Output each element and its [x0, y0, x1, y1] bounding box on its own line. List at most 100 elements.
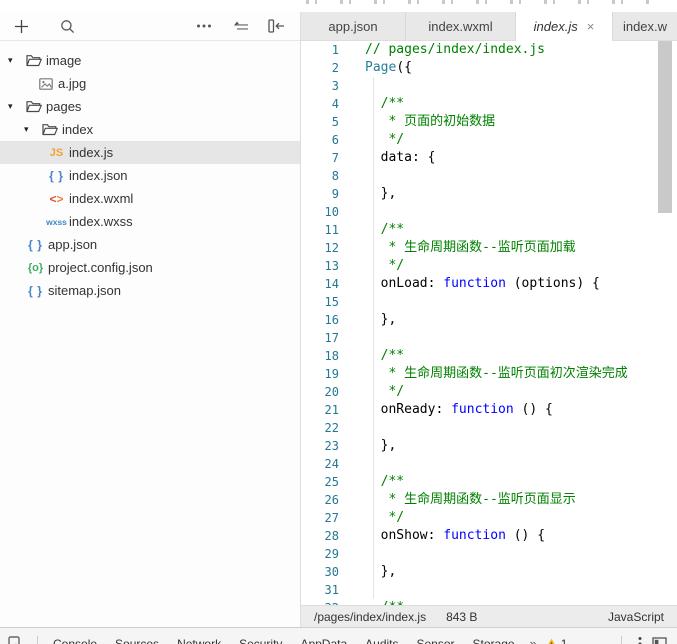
devtools-tab-appdata[interactable]: AppData [291, 637, 356, 644]
line-number: 6 [331, 133, 339, 147]
search-icon[interactable] [55, 14, 79, 38]
code-text: onReady: function () { [365, 402, 553, 417]
close-icon[interactable]: × [587, 20, 595, 33]
editor-tab-bar: app.json index.wxml index.js × index.w [301, 12, 677, 41]
file-label: pages [46, 99, 82, 114]
devtools-tab-console[interactable]: Console [44, 637, 106, 644]
indent-guide [373, 77, 374, 599]
tree-item-app-json[interactable]: { } app.json [0, 233, 300, 256]
tab-index-wxml[interactable]: index.wxml [406, 12, 516, 41]
folder-file-icon [25, 100, 42, 113]
code-text: */ [365, 384, 405, 399]
file-label: a.jpg [58, 76, 87, 91]
file-label: image [46, 53, 82, 68]
tree-item-index-json[interactable]: { } index.json [0, 164, 300, 187]
file-explorer-sidebar: ▾ image a.jpg ▾ pages ▾ index JS index.js { } inde… [0, 12, 300, 627]
tab-app-json[interactable]: app.json [301, 12, 406, 41]
wxml-file-icon: <> [49, 191, 64, 206]
code-editor[interactable]: 1// pages/index/index.js 2 Page({3 4 /** 5 *… [301, 41, 677, 605]
tree-item-image[interactable]: ▾ image [0, 49, 300, 72]
line-number: 7 [331, 151, 339, 165]
add-file-icon[interactable] [9, 14, 33, 38]
code-text: }, [365, 186, 397, 201]
line-number: 24 [324, 457, 339, 471]
tab-label: index.wxml [428, 18, 493, 34]
dock-window-icon[interactable] [652, 637, 667, 644]
tree-item-a-jpg[interactable]: a.jpg [0, 72, 300, 95]
devtools-tabs: Console Sources Network Security AppData Audi… [44, 637, 524, 644]
code-line: 19 * 生命周期函数--监听页面初次渲染完成 [301, 365, 677, 383]
tree-item-sitemap-json[interactable]: { } sitemap.json [0, 279, 300, 302]
expand-arrow-icon[interactable]: ▾ [8, 101, 25, 112]
line-number: 1 [331, 43, 339, 57]
line-number: 14 [324, 277, 339, 291]
code-text: /** [365, 348, 405, 363]
json-file-icon: { } [28, 283, 43, 298]
collapse-all-icon[interactable] [228, 14, 252, 38]
line-number: 8 [331, 169, 339, 183]
code-text: */ [365, 510, 405, 525]
toggle-sidebar-icon[interactable] [264, 14, 288, 38]
language-indicator[interactable]: JavaScript [608, 610, 664, 624]
code-text: /** [365, 222, 405, 237]
tree-item-project-config-json[interactable]: {o} project.config.json [0, 256, 300, 279]
inspect-element-icon[interactable] [8, 635, 24, 644]
tree-item-index-wxml[interactable]: <> index.wxml [0, 187, 300, 210]
code-line: 14 onLoad: function (options) { [301, 275, 677, 293]
more-options-icon[interactable] [192, 14, 216, 38]
line-number: 23 [324, 439, 339, 453]
line-number: 32 [301, 599, 339, 605]
devtools-tab-audits[interactable]: Audits [356, 637, 407, 644]
devtools-tab-sensor[interactable]: Sensor [408, 637, 464, 644]
tabs-overflow-chevron[interactable]: » [530, 636, 537, 644]
warning-icon [547, 638, 555, 644]
devtools-tab-sources[interactable]: Sources [106, 637, 168, 644]
warning-indicator[interactable]: 1 [545, 637, 567, 644]
tab-index-w[interactable]: index.w [613, 12, 677, 41]
line-number: 22 [324, 421, 339, 435]
divider [621, 636, 622, 644]
editor-scrollbar[interactable] [658, 41, 672, 213]
line-number: 19 [324, 367, 339, 381]
js-file-icon: JS [49, 146, 64, 159]
tab-index-js[interactable]: index.js × [516, 12, 613, 41]
code-line: 15 [301, 293, 677, 311]
line-number: 18 [324, 349, 339, 363]
code-line: 23 }, [301, 437, 677, 455]
debugger-bar-inner: Console Sources Network Security AppData Audi… [0, 628, 677, 644]
code-line: 4 /** [301, 95, 677, 113]
tree-item-index-js[interactable]: JS index.js [0, 141, 300, 164]
code-line: 21 onReady: function () { [301, 401, 677, 419]
file-label: app.json [48, 237, 98, 252]
devtools-tab-network[interactable]: Network [168, 637, 230, 644]
tab-label: app.json [328, 18, 378, 34]
expand-arrow-icon[interactable]: ▾ [8, 55, 25, 66]
line-number: 20 [324, 385, 339, 399]
devtools-tab-security[interactable]: Security [230, 637, 291, 644]
code-line: 26 * 生命周期函数--监听页面显示 [301, 491, 677, 509]
line-number: 10 [324, 205, 339, 219]
code-lines: 1// pages/index/index.js 2 Page({3 4 /** 5 *… [301, 41, 677, 605]
tree-item-pages[interactable]: ▾ pages [0, 95, 300, 118]
kebab-menu-icon[interactable] [638, 636, 642, 644]
expand-arrow-icon[interactable]: ▾ [24, 124, 41, 135]
main-content: ▾ image a.jpg ▾ pages ▾ index JS index.js { } inde… [0, 12, 677, 627]
code-line: 31 [301, 581, 677, 599]
line-number: 2 [331, 61, 339, 75]
code-line: 3 [301, 77, 677, 95]
folder-file-icon [25, 54, 42, 67]
line-number: 28 [324, 529, 339, 543]
code-line: 6 */ [301, 131, 677, 149]
tree-item-index[interactable]: ▾ index [0, 118, 300, 141]
divider [37, 636, 38, 644]
tree-item-index-wxss[interactable]: wxss index.wxss [0, 210, 300, 233]
folder-file-icon [41, 123, 58, 136]
code-text: * 生命周期函数--监听页面初次渲染完成 [365, 366, 628, 381]
devtools-tab-storage[interactable]: Storage [464, 637, 524, 644]
wxss-file-icon: wxss [46, 216, 67, 227]
code-line: 30 }, [301, 563, 677, 581]
